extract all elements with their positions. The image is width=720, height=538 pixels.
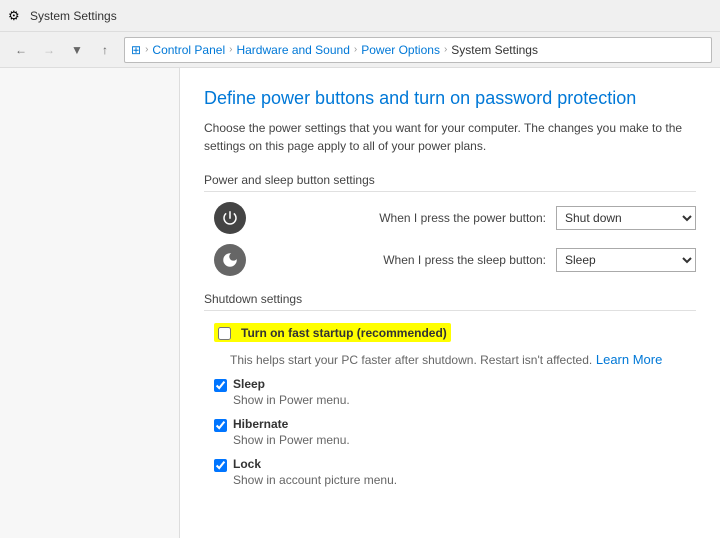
nav-bar: ← → ▼ ↑ ⊞ › Control Panel › Hardware and… xyxy=(0,32,720,68)
page-description: Choose the power settings that you want … xyxy=(204,119,696,155)
page-title: Define power buttons and turn on passwor… xyxy=(204,88,696,109)
sleep-button-icon xyxy=(214,244,246,276)
power-button-label: When I press the power button: xyxy=(258,211,556,225)
breadcrumb-sep-3: › xyxy=(444,44,447,55)
breadcrumb-sep-2: › xyxy=(354,44,357,55)
content-area: Define power buttons and turn on passwor… xyxy=(180,68,720,538)
fast-startup-checkbox[interactable] xyxy=(218,327,231,340)
title-bar: ⚙ System Settings xyxy=(0,0,720,32)
power-button-icon xyxy=(214,202,246,234)
power-button-section-label: Power and sleep button settings xyxy=(204,173,696,192)
sleep-checkbox-label: Sleep xyxy=(233,377,350,391)
sleep-svg-icon xyxy=(221,251,239,269)
power-svg-icon xyxy=(221,209,239,227)
main-container: Define power buttons and turn on passwor… xyxy=(0,68,720,538)
sleep-text-block: Sleep Show in Power menu. xyxy=(233,377,350,407)
breadcrumb-item-0[interactable]: Control Panel xyxy=(152,43,225,57)
title-bar-icon: ⚙ xyxy=(8,8,24,24)
power-button-row: When I press the power button: Shut down… xyxy=(204,202,696,234)
breadcrumb-item-2[interactable]: Power Options xyxy=(361,43,440,57)
sleep-button-label: When I press the sleep button: xyxy=(258,253,556,267)
lock-checkbox-sublabel: Show in account picture menu. xyxy=(233,473,397,487)
sleep-button-row: When I press the sleep button: Sleep Do … xyxy=(204,244,696,276)
lock-text-block: Lock Show in account picture menu. xyxy=(233,457,397,487)
fast-startup-label: Turn on fast startup (recommended) xyxy=(241,326,447,340)
learn-more-link[interactable]: Learn More xyxy=(596,352,662,367)
fast-startup-sublabel: This helps start your PC faster after sh… xyxy=(230,353,592,367)
sidebar xyxy=(0,68,180,538)
breadcrumb-sep-0: › xyxy=(145,44,148,55)
hibernate-checkbox-label: Hibernate xyxy=(233,417,350,431)
sleep-checkbox-sublabel: Show in Power menu. xyxy=(233,393,350,407)
shutdown-section-label: Shutdown settings xyxy=(204,292,696,311)
sleep-checkbox-row: Sleep Show in Power menu. xyxy=(204,377,696,407)
hibernate-checkbox-row: Hibernate Show in Power menu. xyxy=(204,417,696,447)
lock-checkbox-label: Lock xyxy=(233,457,397,471)
dropdown-button[interactable]: ▼ xyxy=(64,37,90,63)
fast-startup-highlight: Turn on fast startup (recommended) xyxy=(214,323,451,342)
lock-checkbox-row: Lock Show in account picture menu. xyxy=(204,457,696,487)
fast-startup-row: Turn on fast startup (recommended) xyxy=(204,323,696,342)
breadcrumb-item-3: System Settings xyxy=(451,43,538,57)
breadcrumb-sep-1: › xyxy=(229,44,232,55)
up-button[interactable]: ↑ xyxy=(92,37,118,63)
back-button[interactable]: ← xyxy=(8,37,34,63)
sleep-button-dropdown[interactable]: Sleep Do nothing Hibernate Shut down Tur… xyxy=(556,248,696,272)
breadcrumb-item-1[interactable]: Hardware and Sound xyxy=(236,43,349,57)
hibernate-checkbox-sublabel: Show in Power menu. xyxy=(233,433,350,447)
power-button-dropdown[interactable]: Shut down Do nothing Sleep Hibernate Tur… xyxy=(556,206,696,230)
forward-button[interactable]: → xyxy=(36,37,62,63)
hibernate-text-block: Hibernate Show in Power menu. xyxy=(233,417,350,447)
breadcrumb-cp-icon: ⊞ xyxy=(131,43,141,57)
lock-checkbox[interactable] xyxy=(214,459,227,472)
hibernate-checkbox[interactable] xyxy=(214,419,227,432)
breadcrumb: ⊞ › Control Panel › Hardware and Sound ›… xyxy=(124,37,712,63)
title-bar-text: System Settings xyxy=(30,9,117,23)
sleep-checkbox[interactable] xyxy=(214,379,227,392)
shutdown-section: Shutdown settings Turn on fast startup (… xyxy=(204,292,696,487)
